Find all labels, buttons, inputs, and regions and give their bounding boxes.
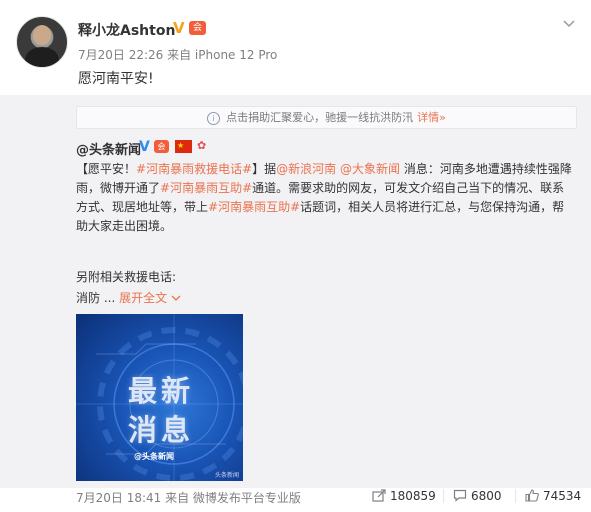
- chevron-down-icon: [171, 295, 181, 301]
- member-badge-icon[interactable]: 会: [189, 21, 206, 35]
- extra-line: 另附相关救援电话:: [76, 270, 177, 284]
- image-headline-1: 最新: [127, 374, 194, 408]
- donation-notice[interactable]: i 点击捐助汇聚爱心，驰援一线抗洪防汛 详情»: [76, 106, 577, 129]
- mention-link[interactable]: @新浪河南: [276, 162, 336, 176]
- expand-row: 消防 ... 展开全文: [76, 289, 181, 306]
- notice-detail-link[interactable]: 详情»: [417, 111, 446, 124]
- image-watermark: 头条新闻: [214, 472, 239, 479]
- avatar[interactable]: [16, 16, 68, 68]
- info-icon: i: [207, 111, 221, 125]
- like-icon: [525, 489, 539, 502]
- comment-icon: [453, 489, 467, 502]
- comment-count: 6800: [471, 489, 502, 503]
- username[interactable]: 释小龙Ashton: [78, 20, 175, 40]
- china-flag-icon: ★: [175, 140, 192, 153]
- truncated-text: 消防 ...: [76, 291, 116, 305]
- post-meta: 7月20日 22:26 来自 iPhone 12 Pro: [78, 48, 278, 62]
- expand-button[interactable]: 展开全文: [119, 291, 181, 305]
- hashtag-link[interactable]: #河南暴雨互助#: [208, 200, 300, 214]
- repost-text: 【愿平安！#河南暴雨救援电话#】据@新浪河南 @大象新闻 消息：河南多地遭遇持续…: [76, 162, 572, 233]
- divider: [515, 489, 516, 503]
- image-headline-2: 消息: [127, 413, 194, 447]
- repost-count: 180859: [390, 489, 436, 503]
- image-logo: @头条新闻: [134, 452, 174, 461]
- verified-blue-icon: V: [139, 139, 150, 155]
- post-content: 愿河南平安!: [78, 71, 154, 87]
- hashtag-link[interactable]: #河南暴雨互助#: [160, 181, 252, 195]
- notice-text: 点击捐助汇聚爱心，驰援一线抗洪防汛: [226, 111, 414, 124]
- comment-button[interactable]: 6800: [453, 489, 502, 503]
- mention-link[interactable]: @大象新闻: [340, 162, 400, 176]
- like-button[interactable]: 74534: [525, 489, 581, 503]
- chevron-down-icon[interactable]: [562, 15, 576, 29]
- hashtag-link[interactable]: #河南暴雨救援电话#: [136, 162, 252, 176]
- repost-author[interactable]: @头条新闻: [76, 139, 141, 158]
- verified-badge-icon: V: [173, 19, 185, 37]
- repost-time[interactable]: 7月20日 18:41 来自 微博发布平台专业版: [76, 489, 301, 506]
- divider: [443, 489, 444, 503]
- member-badge-icon[interactable]: 会: [154, 140, 169, 153]
- repost-icon: [372, 489, 386, 502]
- news-image[interactable]: 最新 消息 @头条新闻 头条新闻: [76, 314, 243, 481]
- like-count: 74534: [543, 489, 582, 503]
- repost-button[interactable]: 180859: [372, 489, 436, 503]
- candy-badge-icon: ✿: [197, 139, 207, 152]
